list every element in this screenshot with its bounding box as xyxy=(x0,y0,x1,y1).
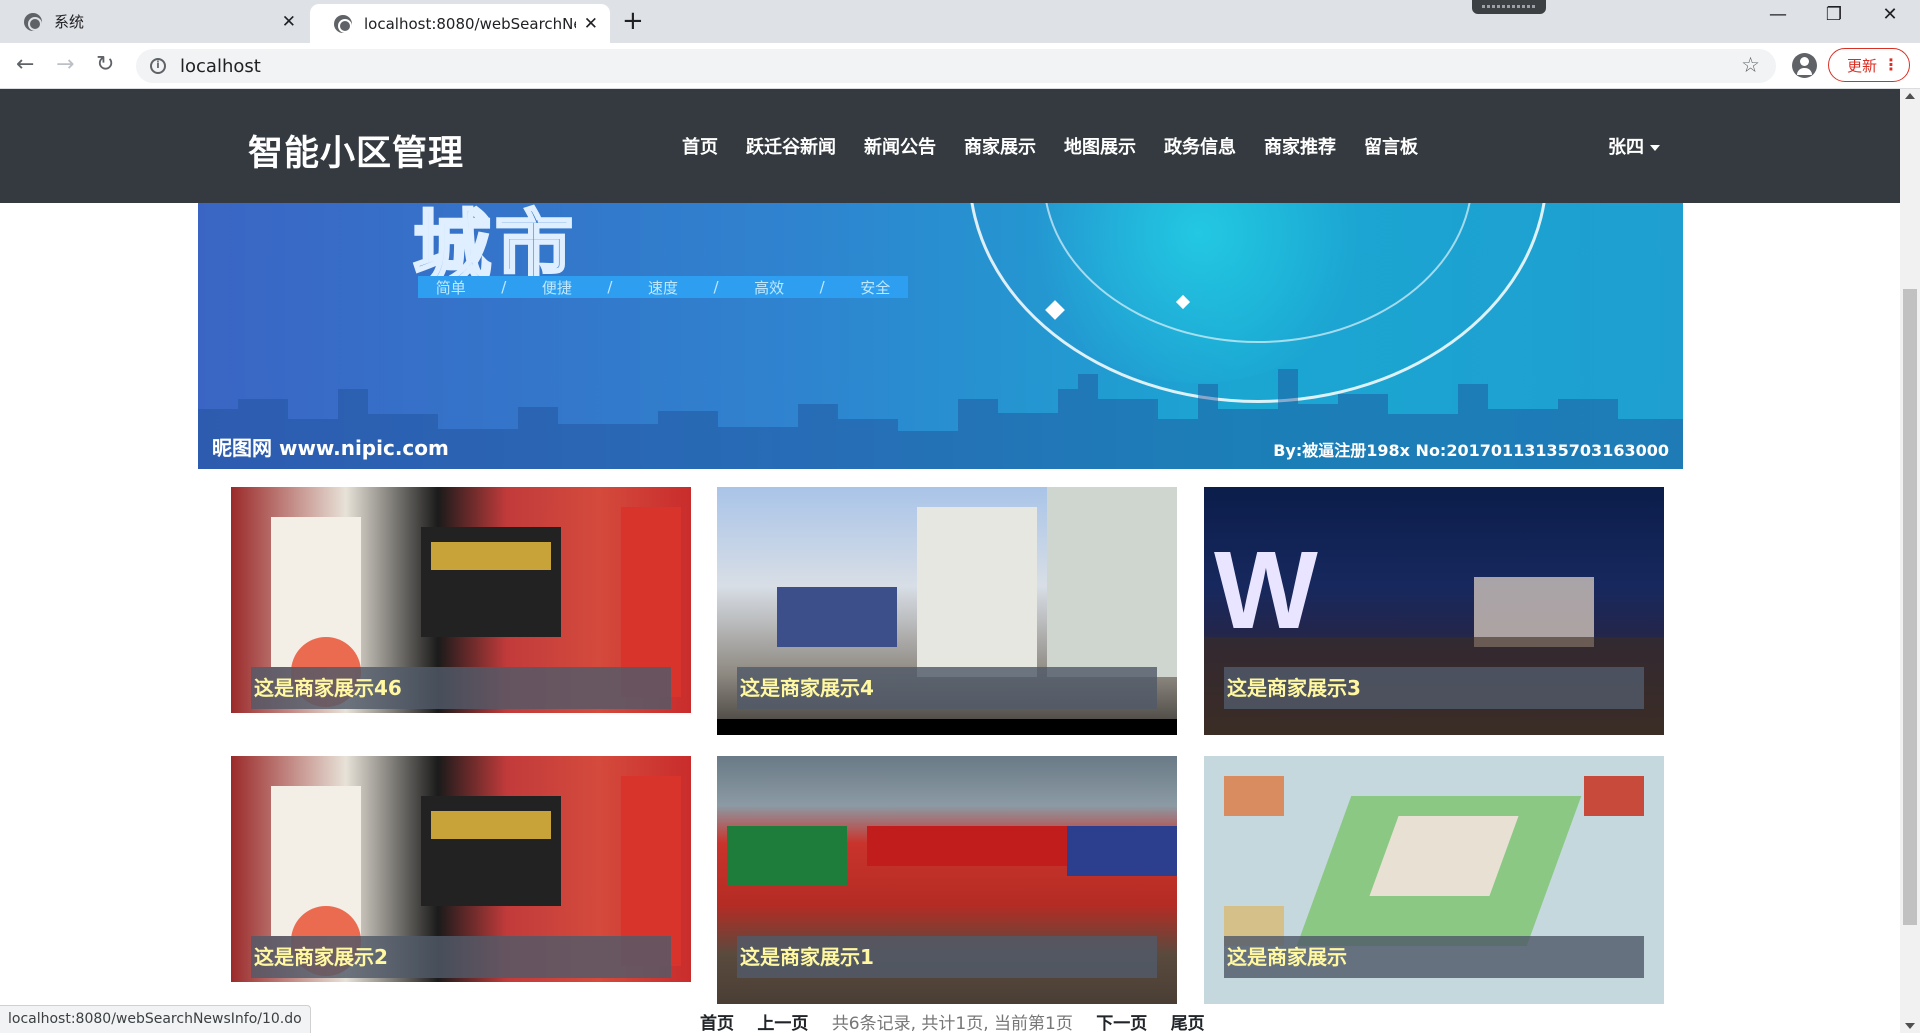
nav-announcements[interactable]: 新闻公告 xyxy=(864,133,936,159)
main-menu: 首页 跃迁谷新闻 新闻公告 商家展示 地图展示 政务信息 商家推荐 留言板 xyxy=(668,133,1432,159)
update-label: 更新 xyxy=(1847,56,1878,75)
browser-toolbar: ← → ↻ i localhost ☆ 更新 ⋮ xyxy=(0,43,1920,89)
merchant-card[interactable]: W 这是商家展示3 xyxy=(1204,487,1664,735)
minimize-icon[interactable]: — xyxy=(1756,4,1800,25)
merchant-card[interactable]: 这是商家展示2 xyxy=(231,756,691,1004)
tab-localhost[interactable]: localhost:8080/webSearchNew ✕ xyxy=(310,4,610,43)
scroll-thumb[interactable] xyxy=(1903,289,1917,925)
user-name: 张四 xyxy=(1608,137,1644,158)
pagination: 首页 上一页 共6条记录, 共计1页, 当前第1页 下一页 尾页 xyxy=(700,1009,1223,1034)
merchant-card[interactable]: 这是商家展示46 xyxy=(231,487,691,735)
window-close-icon[interactable]: ✕ xyxy=(1868,4,1912,25)
globe-icon xyxy=(24,12,42,31)
tab-title: localhost:8080/webSearchNew xyxy=(364,14,576,33)
nav-home[interactable]: 首页 xyxy=(682,133,718,159)
pager-next[interactable]: 下一页 xyxy=(1096,1014,1147,1034)
merchant-card[interactable]: 这是商家展示 xyxy=(1204,756,1664,1004)
banner-watermark-left: 昵图网 www.nipic.com xyxy=(212,436,449,460)
page-scrollbar[interactable] xyxy=(1900,89,1920,1033)
address-bar[interactable]: i localhost ☆ xyxy=(136,49,1776,83)
banner-image: 城市 简单 / 便捷 / 速度 / 高效 / 安全 昵图网 www.nipic.com … xyxy=(198,203,1683,469)
page-viewport: 城市 简单 / 便捷 / 速度 / 高效 / 安全 昵图网 www.nipic.com … xyxy=(0,89,1900,1033)
user-dropdown[interactable]: 张四 xyxy=(1608,133,1660,159)
merchant-card[interactable]: 这是商家展示4 xyxy=(717,487,1177,735)
back-arrow-icon[interactable]: ← xyxy=(16,52,34,77)
nav-merchants[interactable]: 商家展示 xyxy=(964,133,1036,159)
card-caption: 这是商家展示 xyxy=(1224,936,1644,978)
tab-title: 系统 xyxy=(54,13,85,31)
profile-icon[interactable] xyxy=(1792,53,1817,78)
card-caption: 这是商家展示1 xyxy=(737,936,1157,978)
globe-icon xyxy=(334,14,352,33)
scroll-up-icon[interactable] xyxy=(1905,93,1915,99)
pager-prev[interactable]: 上一页 xyxy=(757,1014,808,1034)
more-vert-icon: ⋮ xyxy=(1883,55,1899,74)
merchant-card[interactable]: 这是商家展示1 xyxy=(717,756,1177,1004)
banner-watermark-right: By:被逼注册198x No:20170113135703163000 xyxy=(1273,441,1669,460)
nav-government[interactable]: 政务信息 xyxy=(1164,133,1236,159)
site-navbar: 智能小区管理 首页 跃迁谷新闻 新闻公告 商家展示 地图展示 政务信息 商家推荐… xyxy=(0,89,1900,203)
site-brand[interactable]: 智能小区管理 xyxy=(248,125,464,176)
card-caption: 这是商家展示46 xyxy=(251,667,671,709)
pager-last[interactable]: 尾页 xyxy=(1171,1014,1205,1034)
nav-recommend[interactable]: 商家推荐 xyxy=(1264,133,1336,159)
status-url-bubble: localhost:8080/webSearchNewsInfo/10.do xyxy=(0,1005,311,1033)
close-icon[interactable]: ✕ xyxy=(584,14,598,34)
bookmark-star-icon[interactable]: ☆ xyxy=(1741,53,1760,77)
card-caption: 这是商家展示3 xyxy=(1224,667,1644,709)
caret-down-icon xyxy=(1650,145,1660,151)
card-caption: 这是商家展示2 xyxy=(251,936,671,978)
new-tab-button[interactable]: + xyxy=(622,6,644,36)
update-button[interactable]: 更新 ⋮ xyxy=(1828,48,1910,82)
info-icon[interactable]: i xyxy=(150,58,166,74)
close-icon[interactable]: ✕ xyxy=(282,12,296,32)
tab-strip: 系统 ✕ localhost:8080/webSearchNew ✕ + — ❐… xyxy=(0,0,1920,43)
nav-map[interactable]: 地图展示 xyxy=(1064,133,1136,159)
banner-tagline: 简单 / 便捷 / 速度 / 高效 / 安全 xyxy=(418,276,908,298)
pager-info: 共6条记录, 共计1页, 当前第1页 xyxy=(831,1014,1073,1034)
restore-icon[interactable]: ❐ xyxy=(1812,4,1856,25)
reload-icon[interactable]: ↻ xyxy=(96,52,114,77)
scroll-down-icon[interactable] xyxy=(1905,1023,1915,1029)
address-url[interactable]: localhost xyxy=(180,56,261,77)
tab-system[interactable]: 系统 ✕ xyxy=(0,0,308,43)
nav-news[interactable]: 跃迁谷新闻 xyxy=(746,133,836,159)
media-indicator[interactable] xyxy=(1472,0,1546,14)
pager-first[interactable]: 首页 xyxy=(700,1014,734,1034)
forward-arrow-icon[interactable]: → xyxy=(56,52,74,77)
nav-message-board[interactable]: 留言板 xyxy=(1364,133,1418,159)
card-caption: 这是商家展示4 xyxy=(737,667,1157,709)
